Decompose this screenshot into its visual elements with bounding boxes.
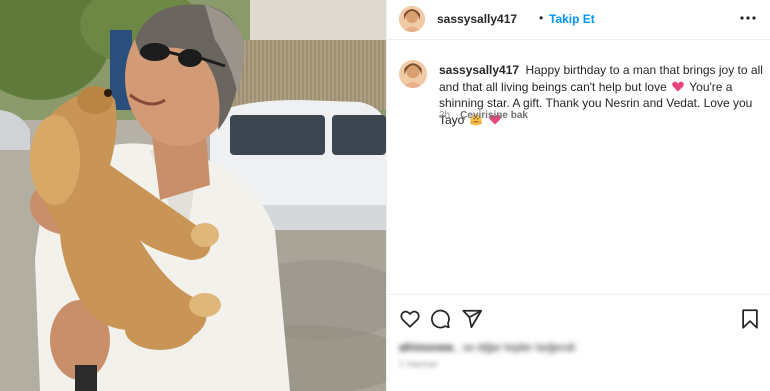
caption-avatar[interactable]	[399, 60, 427, 88]
share-icon[interactable]	[461, 308, 483, 330]
avatar-photo	[399, 6, 425, 32]
header-username[interactable]: sassysally417	[437, 12, 517, 26]
avatar[interactable]	[399, 6, 425, 32]
instagram-post: sassysally417 • Takip Et sassysally417 H…	[0, 0, 770, 391]
post-photo[interactable]	[0, 0, 386, 391]
caption-meta: 2h Çevirisine bak	[439, 110, 528, 121]
liked-by-rest: ve diğer kişiler beğendi	[462, 342, 576, 354]
bookmark-icon[interactable]	[739, 308, 761, 330]
photo-illustration	[0, 0, 386, 391]
action-bar	[387, 294, 770, 342]
separator-dot: •	[539, 11, 544, 25]
heart-icon[interactable]	[399, 308, 421, 330]
comment-icon[interactable]	[429, 308, 451, 330]
avatar-photo	[399, 60, 427, 88]
liked-by-user[interactable]: afrimsnew_	[399, 342, 460, 354]
post-header: sassysally417 • Takip Et	[387, 0, 770, 40]
more-options-icon[interactable]	[739, 8, 757, 28]
follow-button[interactable]: Takip Et	[549, 12, 595, 26]
pink-heart-emoji	[672, 81, 684, 91]
see-translation-link[interactable]: Çevirisine bak	[460, 110, 528, 121]
post-details-panel: sassysally417 • Takip Et sassysally417 H…	[386, 0, 770, 391]
likes-summary[interactable]: afrimsnew_ ve diğer kişiler beğendi	[399, 342, 575, 354]
caption-username[interactable]: sassysally417	[439, 63, 519, 77]
time-ago: 2h	[439, 110, 451, 121]
post-date: 1 Haziran	[399, 359, 438, 369]
